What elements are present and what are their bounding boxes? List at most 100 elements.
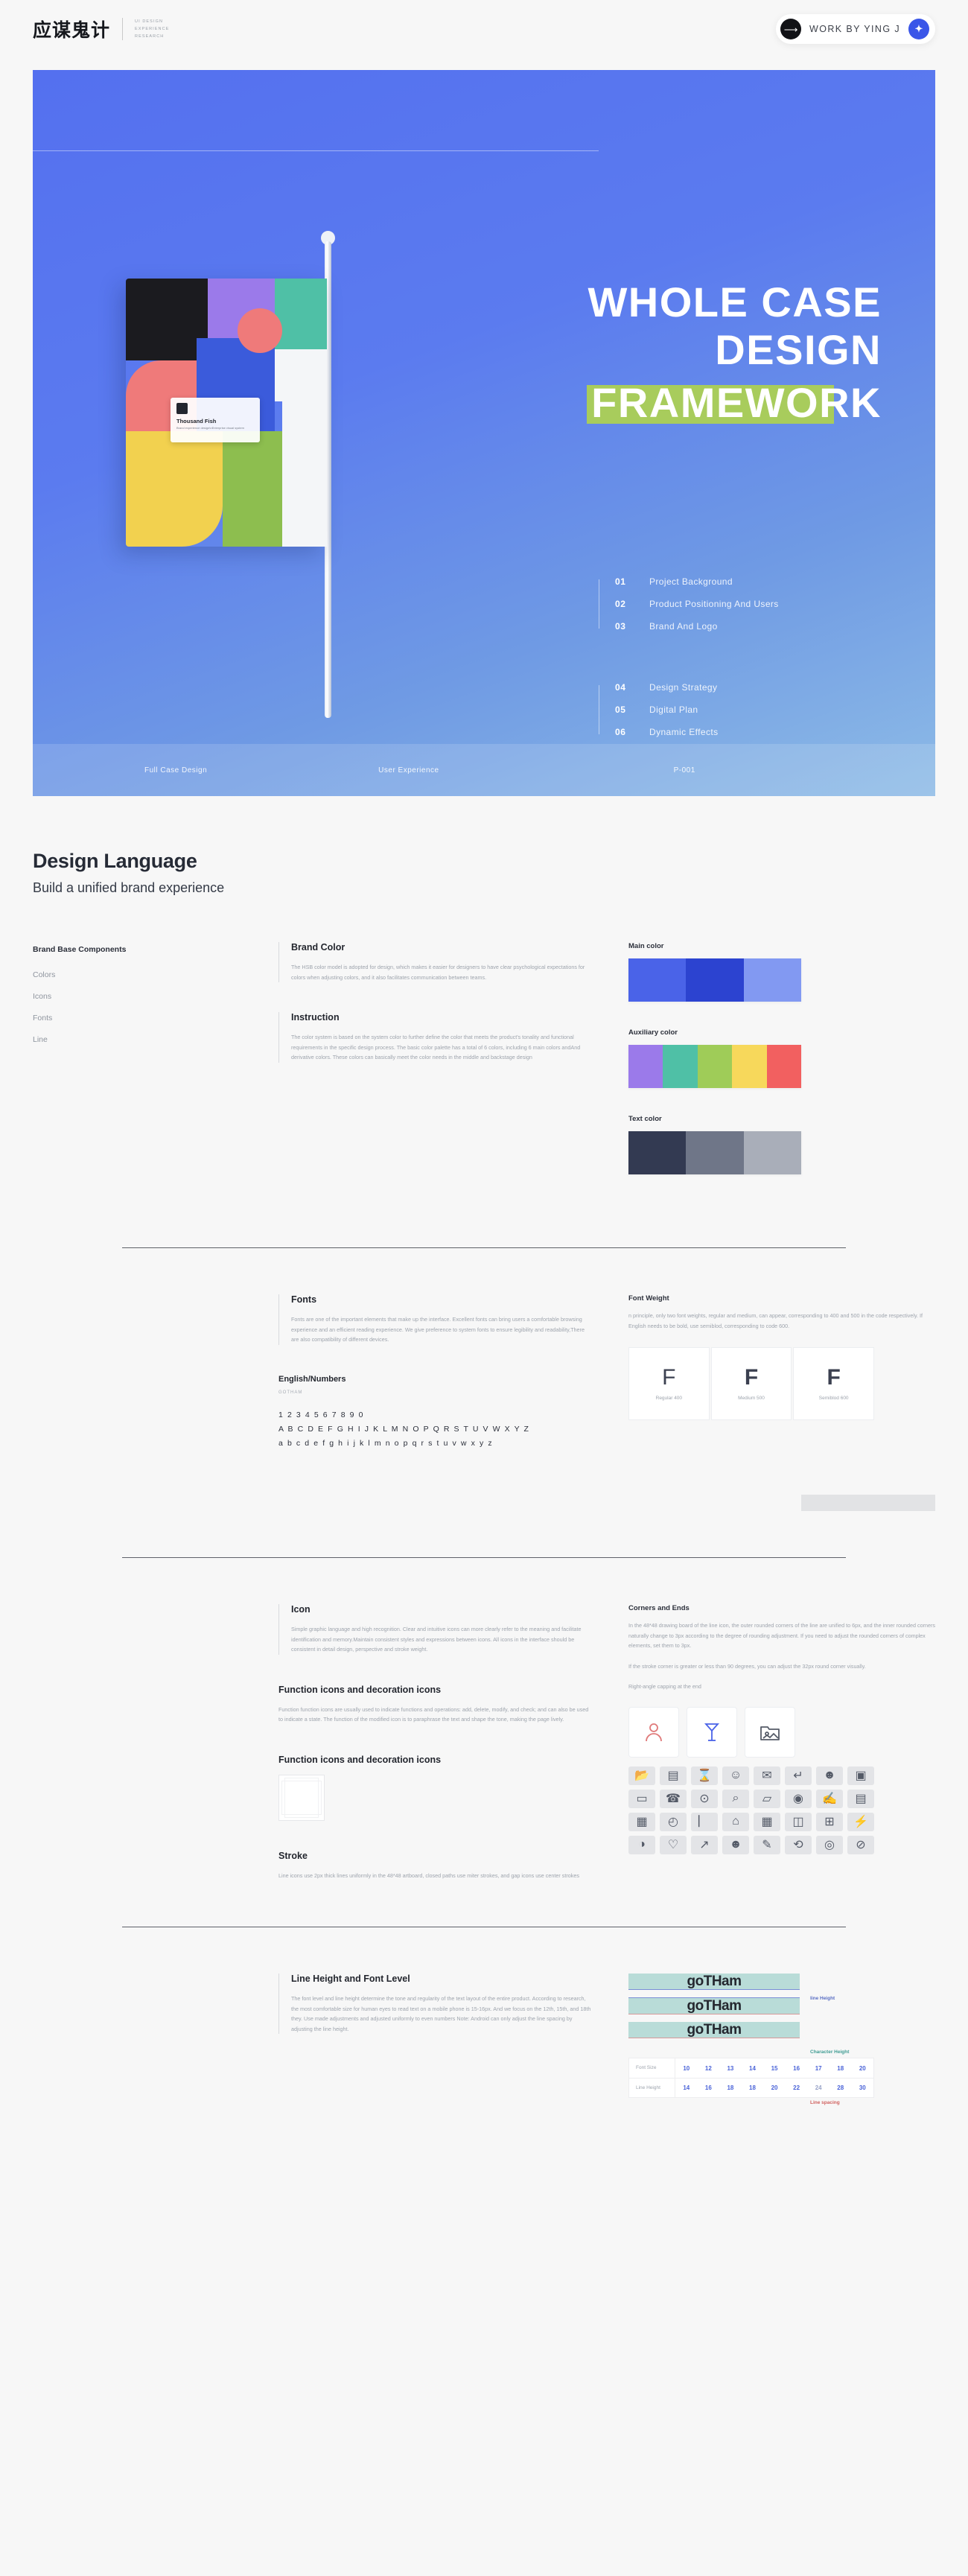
agenda-item[interactable]: 02 Product Positioning And Users — [615, 599, 882, 609]
shield-dot-icon[interactable]: ◉ — [785, 1789, 812, 1808]
link-key-icon[interactable]: ⊙ — [691, 1789, 718, 1808]
lightning-icon[interactable]: ⚡ — [847, 1812, 874, 1831]
agenda-number: 04 — [615, 682, 626, 693]
arrow-right-icon[interactable]: ⟶ — [780, 19, 802, 39]
contrast-icon[interactable]: ◑ — [628, 1835, 655, 1854]
hero-footer-left: Full Case Design — [144, 766, 208, 775]
section-divider-1 — [122, 1247, 846, 1248]
phone-icon[interactable]: ☎ — [660, 1789, 687, 1808]
folder-image-icon[interactable]: 📂 — [628, 1766, 655, 1785]
cell: 15 — [771, 2064, 778, 2072]
font-size-values: 10 12 13 14 15 16 17 18 20 — [675, 2065, 873, 2072]
work-by-pill[interactable]: ⟶ WORK BY YING J ✦ — [776, 14, 935, 44]
swatch[interactable] — [743, 1131, 801, 1174]
swatch[interactable] — [743, 958, 801, 1002]
sidebar-item-icons[interactable]: Icons — [33, 992, 278, 1001]
swatch[interactable] — [686, 1131, 744, 1174]
headphones-icon[interactable]: ◎ — [816, 1835, 843, 1854]
hero-footer-right: P-001 — [673, 766, 695, 775]
share-arrow-icon[interactable]: ↗ — [691, 1835, 718, 1854]
heart-icon[interactable]: ♡ — [660, 1835, 687, 1854]
cell: 14 — [683, 2084, 690, 2091]
agenda-item[interactable]: 06 Dynamic Effects — [615, 727, 882, 737]
document-icon[interactable]: ▤ — [847, 1789, 874, 1808]
agenda-number: 01 — [615, 576, 626, 587]
clock-icon[interactable]: ◴ — [660, 1812, 687, 1831]
edit-pencil-icon[interactable]: ✎ — [754, 1835, 780, 1854]
fonts-text: Fonts Fonts are one of the important ele… — [278, 1294, 628, 1511]
mail-icon[interactable]: ✉ — [754, 1766, 780, 1785]
tag-icon[interactable]: ▣ — [847, 1766, 874, 1785]
agenda-item[interactable]: 04 Design Strategy — [615, 682, 882, 693]
function-icons-title: Function icons and decoration icons — [278, 1684, 442, 1695]
sidebar-item-line[interactable]: Line — [33, 1035, 278, 1044]
brand-divider — [122, 18, 124, 40]
weight-card-regular[interactable]: F Regular 400 — [628, 1347, 710, 1420]
search-icon[interactable]: ⌕ — [722, 1789, 749, 1808]
line-height-section: Line Height and Font Level The font leve… — [278, 1974, 591, 2034]
flag-pen-icon[interactable] — [687, 1706, 737, 1758]
instruction-section: Instruction The color system is based on… — [278, 1012, 591, 1063]
refresh-icon[interactable]: ⟲ — [785, 1835, 812, 1854]
gift-box-icon[interactable]: ⌂ — [722, 1812, 749, 1831]
hero-agenda: 01 Project Background 02 Product Positio… — [599, 576, 882, 763]
agenda-label: Digital Plan — [649, 705, 698, 715]
sidebar-item-fonts[interactable]: Fonts — [33, 1014, 278, 1023]
section-heading: Design Language Build a unified brand ex… — [33, 850, 935, 896]
hero-title-line-3-wrap: FRAMEWORK — [587, 378, 882, 427]
fonts-title: Fonts — [291, 1294, 317, 1305]
image-folder-icon[interactable] — [745, 1706, 795, 1758]
sidebar-item-colors[interactable]: Colors — [33, 970, 278, 979]
wallet-icon[interactable]: ▦ — [754, 1812, 780, 1831]
video-camera-icon[interactable]: ▭ — [628, 1789, 655, 1808]
swatch[interactable] — [663, 1045, 698, 1088]
font-weight-column: Font Weight n principle, only two font w… — [628, 1294, 935, 1511]
weight-card-semibold[interactable]: F Semiblod 600 — [793, 1347, 875, 1420]
swatch[interactable] — [732, 1045, 767, 1088]
person-add-icon[interactable]: ☻ — [816, 1766, 843, 1785]
brand-color-body: The HSB color model is adopted for desig… — [291, 964, 585, 981]
swatch[interactable] — [628, 1131, 687, 1174]
bird-badge-icon[interactable]: ✦ — [908, 19, 929, 39]
sidebar-title: Brand Base Components — [33, 945, 127, 954]
folder-minus-icon[interactable]: ▱ — [754, 1789, 780, 1808]
note-icon[interactable]: ▤ — [660, 1766, 687, 1785]
font-weight-body: n principle, only two font weights, regu… — [628, 1312, 923, 1329]
agenda-item[interactable]: 05 Digital Plan — [615, 705, 882, 715]
picture-icon[interactable]: ▦ — [628, 1812, 655, 1831]
swatch[interactable] — [697, 1045, 733, 1088]
return-arrow-icon[interactable]: ↵ — [785, 1766, 812, 1785]
palette-text-swatches — [628, 1131, 801, 1174]
specimen-lowercase: a b c d e f g h i j k l m n o p q r s t … — [278, 1438, 494, 1448]
swatch[interactable] — [686, 958, 744, 1002]
agenda-item[interactable]: 01 Project Background — [615, 576, 882, 587]
fonts-body: Fonts are one of the important elements … — [291, 1316, 585, 1343]
legend-character-height: Character Height — [810, 2049, 850, 2055]
legend-line-height: line Height — [810, 1996, 835, 2001]
swatch[interactable] — [628, 1045, 663, 1088]
grid-apps-icon[interactable]: ⊞ — [816, 1812, 843, 1831]
monitor-icon[interactable]: ◫ — [785, 1812, 812, 1831]
swatch[interactable] — [766, 1045, 802, 1088]
weight-card-medium[interactable]: F Medium 500 — [710, 1347, 792, 1420]
cell: 18 — [749, 2084, 756, 2091]
icon-text: Icon Simple graphic language and high re… — [278, 1604, 628, 1880]
flag-label-card: Thousand Fish Brand experience design\nE… — [171, 398, 260, 442]
person-location-icon[interactable]: ☻ — [722, 1835, 749, 1854]
block-icon[interactable]: ⊘ — [847, 1835, 874, 1854]
cell: 20 — [859, 2064, 866, 2072]
hourglass-icon[interactable]: ⌛ — [691, 1766, 718, 1785]
brand-color-section: Brand Color The HSB color model is adopt… — [278, 942, 591, 982]
palette-main: Main color — [628, 942, 935, 1002]
weight-label: Semiblod 600 — [818, 1396, 849, 1401]
person-icon[interactable]: ☺ — [722, 1766, 749, 1785]
icon-body: Simple graphic language and high recogni… — [291, 1626, 582, 1653]
swatch[interactable] — [628, 958, 687, 1002]
cell: 20 — [771, 2084, 778, 2091]
agenda-item[interactable]: 03 Brand And Logo — [615, 621, 882, 632]
user-avatar-icon[interactable] — [628, 1706, 679, 1758]
agenda-group-two: 04 Design Strategy 05 Digital Plan 06 Dy… — [599, 682, 882, 737]
brand-logo[interactable]: 应谋鬼计 UI DESIGN EXPERIENCE RESEARCH — [33, 16, 169, 42]
inbox-icon[interactable]: ⎸ — [691, 1812, 718, 1831]
hand-pointer-icon[interactable]: ✍ — [816, 1789, 843, 1808]
